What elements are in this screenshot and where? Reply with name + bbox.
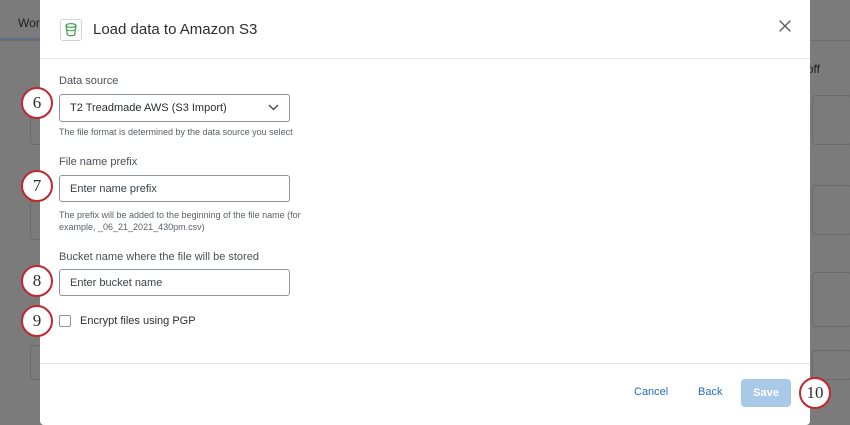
encrypt-label: Encrypt files using PGP xyxy=(80,315,196,327)
back-button[interactable]: Back xyxy=(698,386,722,398)
step-badge-9: 9 xyxy=(21,305,53,337)
load-data-modal: Load data to Amazon S3 Data source T2 Tr… xyxy=(40,0,810,425)
footer-divider xyxy=(40,363,810,364)
close-icon[interactable] xyxy=(778,19,792,33)
modal-header: Load data to Amazon S3 xyxy=(40,0,810,59)
modal-title: Load data to Amazon S3 xyxy=(93,21,258,38)
file-prefix-input[interactable] xyxy=(59,175,290,202)
data-source-help: The file format is determined by the dat… xyxy=(59,127,293,137)
step-badge-8: 8 xyxy=(21,265,53,297)
step-badge-7: 7 xyxy=(21,170,53,202)
save-button[interactable]: Save xyxy=(741,379,791,407)
data-source-label: Data source xyxy=(59,75,119,87)
background-card xyxy=(812,185,850,235)
background-card xyxy=(812,95,850,145)
background-card xyxy=(812,350,850,380)
bucket-name-input[interactable] xyxy=(59,269,290,296)
file-prefix-help-line: example, _06_21_2021_430pm.csv) xyxy=(59,222,205,232)
step-badge-6: 6 xyxy=(21,87,53,119)
data-source-value: T2 Treadmade AWS (S3 Import) xyxy=(70,102,227,114)
data-source-select[interactable]: T2 Treadmade AWS (S3 Import) xyxy=(59,94,290,122)
file-prefix-help: The prefix will be added to the beginnin… xyxy=(59,209,329,233)
bucket-icon xyxy=(60,19,82,41)
encrypt-checkbox[interactable] xyxy=(59,315,71,327)
background-tab: Work xyxy=(0,0,46,40)
file-prefix-help-line: The prefix will be added to the beginnin… xyxy=(59,210,301,220)
step-badge-10: 10 xyxy=(799,377,831,409)
cancel-button[interactable]: Cancel xyxy=(634,386,668,398)
file-prefix-label: File name prefix xyxy=(59,156,138,168)
bucket-name-label: Bucket name where the file will be store… xyxy=(59,251,259,263)
background-card xyxy=(812,272,850,327)
chevron-down-icon xyxy=(268,102,279,114)
